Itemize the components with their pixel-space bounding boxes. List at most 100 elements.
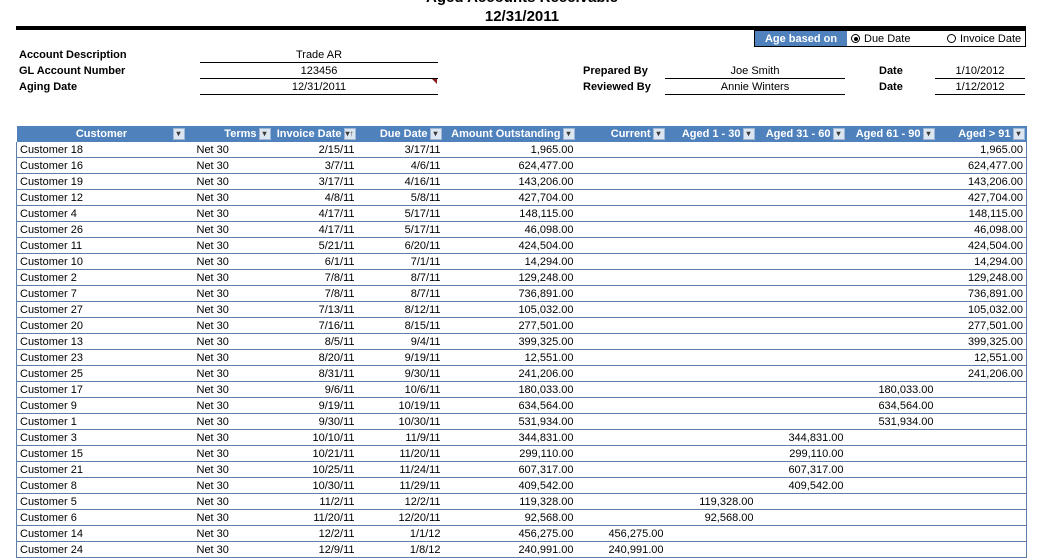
cell-aged-1-30[interactable]	[666, 157, 757, 174]
cell-invoice-date[interactable]: 8/5/11	[272, 333, 358, 350]
cell-invoice-date[interactable]: 8/20/11	[272, 349, 358, 366]
table-row[interactable]: Customer 13 Net 30 8/5/11 9/4/11 399,325.00 3…	[16, 333, 1027, 350]
cell-amount-outstanding[interactable]: 148,115.00	[443, 205, 577, 222]
cell-customer[interactable]: Customer 17	[16, 381, 187, 398]
cell-amount-outstanding[interactable]: 634,564.00	[443, 397, 577, 414]
prepared-date-field[interactable]: 1/10/2012	[935, 64, 1025, 79]
cell-amount-outstanding[interactable]: 129,248.00	[443, 269, 577, 286]
cell-amount-outstanding[interactable]: 624,477.00	[443, 157, 577, 174]
cell-customer[interactable]: Customer 21	[16, 461, 187, 478]
cell-invoice-date[interactable]: 7/8/11	[272, 285, 358, 302]
cell-current[interactable]	[576, 173, 667, 190]
cell-aged-1-30[interactable]	[666, 317, 757, 334]
cell-aged-1-30[interactable]	[666, 173, 757, 190]
cell-current[interactable]	[576, 157, 667, 174]
cell-due-date[interactable]: 4/6/11	[357, 157, 444, 174]
cell-customer[interactable]: Customer 10	[16, 253, 187, 270]
cell-aged-over-91[interactable]	[936, 381, 1027, 398]
column-header-aged-1-30[interactable]: Aged 1 - 30 ▾	[666, 126, 757, 142]
table-row[interactable]: Customer 2 Net 30 7/8/11 8/7/11 129,248.00 12…	[16, 269, 1027, 286]
cell-aged-31-60[interactable]	[756, 413, 847, 430]
cell-aged-31-60[interactable]	[756, 365, 847, 382]
cell-invoice-date[interactable]: 4/8/11	[272, 189, 358, 206]
filter-dropdown-icon[interactable]: ▾	[832, 128, 845, 141]
cell-aged-1-30[interactable]	[666, 461, 757, 478]
column-header-aged-over-91[interactable]: Aged > 91 ▾	[936, 126, 1027, 142]
cell-aged-1-30[interactable]	[666, 333, 757, 350]
cell-terms[interactable]: Net 30	[186, 237, 273, 254]
cell-aged-61-90[interactable]	[846, 429, 937, 446]
cell-current[interactable]	[576, 477, 667, 494]
cell-due-date[interactable]: 11/9/11	[357, 429, 444, 446]
cell-amount-outstanding[interactable]: 14,294.00	[443, 253, 577, 270]
cell-aged-1-30[interactable]	[666, 142, 757, 158]
cell-due-date[interactable]: 9/4/11	[357, 333, 444, 350]
filter-dropdown-icon[interactable]: ▾	[258, 128, 271, 141]
cell-aged-1-30[interactable]: 92,568.00	[666, 509, 757, 526]
cell-aged-over-91[interactable]: 427,704.00	[936, 189, 1027, 206]
table-row[interactable]: Customer 8 Net 30 10/30/11 11/29/11 409,542.…	[16, 477, 1027, 494]
filter-dropdown-icon[interactable]: ▾	[172, 128, 185, 140]
cell-aged-31-60[interactable]	[756, 189, 847, 206]
cell-aged-61-90[interactable]: 634,564.00	[846, 397, 937, 414]
cell-aged-31-60[interactable]: 344,831.00	[756, 429, 847, 446]
table-row[interactable]: Customer 3 Net 30 10/10/11 11/9/11 344,831.0…	[16, 429, 1027, 446]
cell-amount-outstanding[interactable]: 736,891.00	[443, 285, 577, 302]
cell-aged-over-91[interactable]: 12,551.00	[936, 349, 1027, 366]
sort-ascending-filter-icon[interactable]: ▾↑	[343, 128, 356, 141]
cell-current[interactable]	[576, 429, 667, 446]
cell-aged-over-91[interactable]	[936, 493, 1027, 510]
cell-customer[interactable]: Customer 9	[16, 397, 187, 414]
cell-aged-31-60[interactable]	[756, 333, 847, 350]
cell-aged-over-91[interactable]: 46,098.00	[936, 221, 1027, 238]
cell-invoice-date[interactable]: 4/17/11	[272, 221, 358, 238]
cell-amount-outstanding[interactable]: 427,704.00	[443, 189, 577, 206]
cell-aged-1-30[interactable]	[666, 349, 757, 366]
cell-customer[interactable]: Customer 27	[16, 301, 187, 318]
cell-current[interactable]	[576, 237, 667, 254]
cell-customer[interactable]: Customer 25	[16, 365, 187, 382]
filter-dropdown-icon[interactable]: ▾	[922, 128, 935, 141]
cell-amount-outstanding[interactable]: 180,033.00	[443, 381, 577, 398]
option-due-date[interactable]: Due Date	[847, 31, 939, 46]
cell-invoice-date[interactable]: 9/19/11	[272, 397, 358, 414]
table-row[interactable]: Customer 16 Net 30 3/7/11 4/6/11 624,477.00 6…	[16, 157, 1027, 174]
cell-customer[interactable]: Customer 5	[16, 493, 187, 510]
cell-aged-61-90[interactable]	[846, 333, 937, 350]
cell-aged-over-91[interactable]: 277,501.00	[936, 317, 1027, 334]
cell-due-date[interactable]: 1/1/12	[357, 525, 444, 542]
cell-current[interactable]	[576, 189, 667, 206]
cell-due-date[interactable]: 8/7/11	[357, 269, 444, 286]
cell-terms[interactable]: Net 30	[186, 493, 273, 510]
cell-terms[interactable]: Net 30	[186, 173, 273, 190]
cell-due-date[interactable]: 5/17/11	[357, 205, 444, 222]
cell-aged-over-91[interactable]	[936, 397, 1027, 414]
cell-aged-61-90[interactable]	[846, 525, 937, 542]
cell-due-date[interactable]: 8/12/11	[357, 301, 444, 318]
table-row[interactable]: Customer 7 Net 30 7/8/11 8/7/11 736,891.00 73…	[16, 285, 1027, 302]
column-header-aged-31-60[interactable]: Aged 31 - 60 ▾	[756, 126, 847, 142]
cell-aged-61-90[interactable]	[846, 541, 937, 558]
cell-due-date[interactable]: 8/7/11	[357, 285, 444, 302]
cell-current[interactable]	[576, 142, 667, 158]
radio-unselected-icon[interactable]	[947, 34, 956, 43]
cell-aged-1-30[interactable]	[666, 269, 757, 286]
cell-customer[interactable]: Customer 2	[16, 269, 187, 286]
cell-aged-1-30[interactable]	[666, 221, 757, 238]
cell-terms[interactable]: Net 30	[186, 541, 273, 558]
cell-amount-outstanding[interactable]: 409,542.00	[443, 477, 577, 494]
filter-dropdown-icon[interactable]: ▾	[429, 128, 442, 141]
cell-customer[interactable]: Customer 26	[16, 221, 187, 238]
cell-invoice-date[interactable]: 4/17/11	[272, 205, 358, 222]
account-description-field[interactable]: Trade AR	[200, 48, 438, 63]
cell-amount-outstanding[interactable]: 240,991.00	[443, 541, 577, 558]
column-header-invoice-date[interactable]: Invoice Date ▾↑	[272, 126, 358, 142]
cell-customer[interactable]: Customer 20	[16, 317, 187, 334]
cell-aged-61-90[interactable]	[846, 237, 937, 254]
cell-aged-1-30[interactable]	[666, 541, 757, 558]
cell-aged-over-91[interactable]: 105,032.00	[936, 301, 1027, 318]
cell-aged-1-30[interactable]	[666, 189, 757, 206]
cell-due-date[interactable]: 10/19/11	[357, 397, 444, 414]
cell-amount-outstanding[interactable]: 1,965.00	[443, 142, 577, 158]
cell-aged-31-60[interactable]	[756, 541, 847, 558]
